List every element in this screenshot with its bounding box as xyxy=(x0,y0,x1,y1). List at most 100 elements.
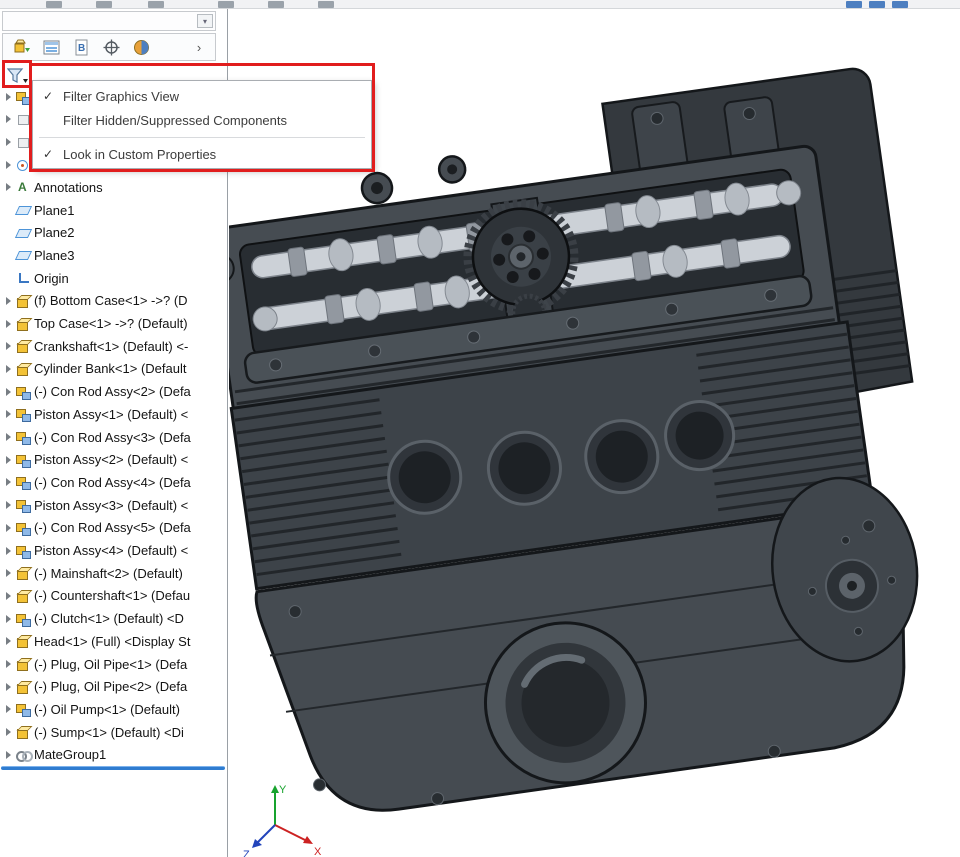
tree-row-26[interactable]: (-) Plug, Oil Pipe<2> (Defa xyxy=(0,676,226,697)
part-icon xyxy=(15,339,30,354)
tree-row-19[interactable]: (-) Con Rod Assy<5> (Defa xyxy=(0,517,226,538)
plane-icon xyxy=(15,248,30,262)
expand-arrow-icon[interactable] xyxy=(6,455,11,464)
part-icon xyxy=(15,294,30,308)
expand-arrow-icon[interactable] xyxy=(6,614,11,623)
tree-row-25[interactable]: (-) Plug, Oil Pipe<1> (Defa xyxy=(0,654,226,675)
asm-icon xyxy=(15,407,31,423)
checkmark-icon: ✓ xyxy=(42,147,54,161)
heads-up-icon-stub xyxy=(869,1,885,8)
tree-row-14[interactable]: Piston Assy<1> (Default) < xyxy=(0,404,226,425)
expand-arrow-icon[interactable] xyxy=(6,160,11,169)
expand-arrow-icon[interactable] xyxy=(6,115,11,124)
toolbar-icon-stub xyxy=(96,1,112,8)
asm-icon xyxy=(15,612,31,627)
asm-icon xyxy=(15,385,31,400)
folder-icon xyxy=(15,112,30,126)
part-icon xyxy=(15,634,30,649)
tree-row-22[interactable]: (-) Countershaft<1> (Defau xyxy=(0,585,226,606)
expand-arrow-icon[interactable] xyxy=(6,137,11,146)
expand-arrow-icon[interactable] xyxy=(6,591,11,600)
toolbar-fragment xyxy=(0,0,960,9)
tree-row-9[interactable]: (f) Bottom Case<1> ->? (D xyxy=(0,290,226,311)
tree-row-27[interactable]: (-) Oil Pump<1> (Default) xyxy=(0,699,226,720)
expand-arrow-icon[interactable] xyxy=(6,478,11,487)
menu-item-1[interactable]: Filter Hidden/Suppressed Components xyxy=(33,108,371,132)
tree-row-10[interactable]: Top Case<1> ->? (Default) xyxy=(0,313,226,334)
tree-row-4[interactable]: Annotations xyxy=(0,177,226,198)
toolbar-icon-stub xyxy=(218,1,234,8)
tree-row-6[interactable]: Plane2 xyxy=(0,222,226,243)
asm-icon xyxy=(15,702,31,718)
expand-arrow-icon[interactable] xyxy=(6,705,11,714)
plane-icon xyxy=(15,203,30,217)
filter-dropdown-menu: ✓ Filter Graphics View Filter Hidden/Sup… xyxy=(32,80,372,169)
expand-arrow-icon[interactable] xyxy=(6,728,11,737)
expand-arrow-icon[interactable] xyxy=(6,433,11,441)
expand-arrow-icon[interactable] xyxy=(6,569,11,578)
expand-arrow-icon[interactable] xyxy=(6,183,11,192)
tree-row-16[interactable]: Piston Assy<2> (Default) < xyxy=(0,449,226,470)
expand-arrow-icon[interactable] xyxy=(6,387,11,396)
tree-row-21[interactable]: (-) Mainshaft<2> (Default) xyxy=(0,563,226,584)
menu-item-0[interactable]: ✓ Filter Graphics View xyxy=(33,84,371,108)
expand-arrow-icon[interactable] xyxy=(6,637,11,646)
tree-row-18[interactable]: Piston Assy<3> (Default) < xyxy=(0,495,226,516)
part-icon xyxy=(15,589,30,603)
z-axis-label: Z xyxy=(243,849,250,857)
y-axis-label: Y xyxy=(279,784,287,796)
expand-arrow-icon[interactable] xyxy=(6,501,11,510)
tree-row-7[interactable]: Plane3 xyxy=(0,245,226,266)
part-icon xyxy=(15,657,30,671)
heads-up-icon-stub xyxy=(846,1,862,8)
expand-arrow-icon[interactable] xyxy=(6,750,11,759)
part-icon xyxy=(15,317,30,331)
tree-row-24[interactable]: Head<1> (Full) <Display St xyxy=(0,631,226,652)
tree-row-12[interactable]: Cylinder Bank<1> (Default xyxy=(0,358,226,379)
tree-row-15[interactable]: (-) Con Rod Assy<3> (Defa xyxy=(0,427,226,448)
expand-arrow-icon[interactable] xyxy=(6,296,11,305)
expand-arrow-icon[interactable] xyxy=(6,92,11,101)
expand-arrow-icon[interactable] xyxy=(6,319,11,328)
sensors-icon xyxy=(15,158,30,172)
y-axis-arrow xyxy=(271,785,279,793)
solidworks-window: { "colors": { "highlight_red": "#e11d1d"… xyxy=(0,0,960,857)
expand-arrow-icon[interactable] xyxy=(6,342,11,351)
x-axis-label: X xyxy=(314,846,322,857)
origin-icon xyxy=(15,271,30,285)
part-icon xyxy=(15,680,30,694)
asm-icon xyxy=(15,521,31,536)
rollback-bar[interactable] xyxy=(1,766,225,770)
toolbar-icon-stub xyxy=(318,1,334,8)
toolbar-icon-stub xyxy=(46,1,62,8)
tree-row-5[interactable]: Plane1 xyxy=(0,200,226,221)
menu-item-2[interactable]: ✓ Look in Custom Properties xyxy=(33,142,371,166)
expand-arrow-icon[interactable] xyxy=(6,410,11,419)
plane-icon xyxy=(15,226,30,240)
tree-row-13[interactable]: (-) Con Rod Assy<2> (Defa xyxy=(0,381,226,402)
expand-arrow-icon[interactable] xyxy=(6,660,11,668)
asm-icon xyxy=(15,544,31,559)
asm-icon xyxy=(15,430,31,445)
expand-arrow-icon[interactable] xyxy=(6,364,11,373)
asm-icon xyxy=(15,453,31,468)
part-icon xyxy=(15,362,30,376)
expand-arrow-icon[interactable] xyxy=(6,523,11,532)
tree-row-11[interactable]: Crankshaft<1> (Default) <- xyxy=(0,336,226,357)
tree-row-29[interactable]: MateGroup1 xyxy=(0,744,226,765)
asm-icon xyxy=(15,498,31,514)
tree-row-20[interactable]: Piston Assy<4> (Default) < xyxy=(0,540,226,561)
folder-icon xyxy=(15,135,30,149)
tree-row-23[interactable]: (-) Clutch<1> (Default) <D xyxy=(0,608,226,629)
expand-arrow-icon[interactable] xyxy=(6,682,11,691)
tree-row-17[interactable]: (-) Con Rod Assy<4> (Defa xyxy=(0,472,226,493)
expand-arrow-icon[interactable] xyxy=(6,546,11,555)
heads-up-icon-stub xyxy=(892,1,908,8)
asm-icon xyxy=(15,475,31,491)
tree-row-28[interactable]: (-) Sump<1> (Default) <Di xyxy=(0,722,226,743)
annotations-icon xyxy=(15,180,30,194)
toolbar-icon-stub xyxy=(148,1,164,8)
mategroup-icon xyxy=(15,748,33,762)
tree-row-8[interactable]: Origin xyxy=(0,268,226,289)
toolbar-icon-stub xyxy=(268,1,284,8)
